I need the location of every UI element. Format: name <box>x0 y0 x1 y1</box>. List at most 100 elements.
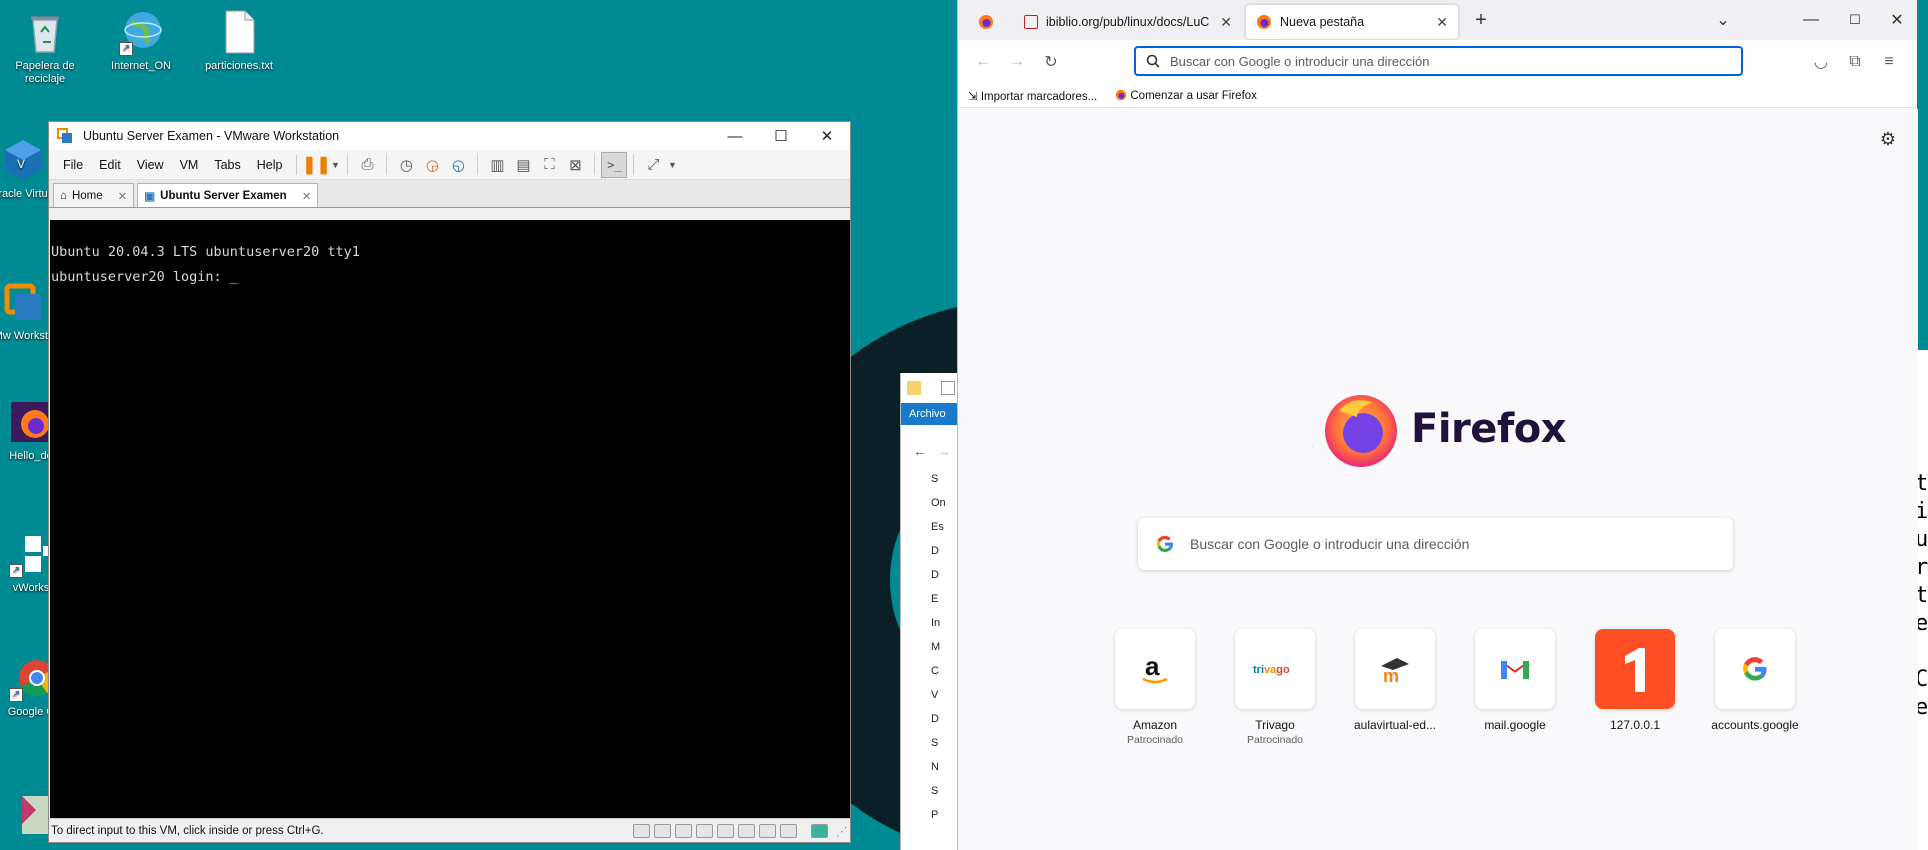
floppy-icon[interactable] <box>717 823 734 838</box>
explorer-nav-item[interactable]: D <box>931 569 939 581</box>
list-tabs-button[interactable]: ⌄ <box>1706 5 1740 35</box>
unity-icon[interactable]: ⊠ <box>562 152 588 178</box>
shortcut-tile[interactable]: m aulavirtual-ed... <box>1335 629 1455 746</box>
explorer-nav-item[interactable]: C <box>931 665 939 677</box>
menu-icon[interactable]: ≡ <box>1872 47 1906 77</box>
new-tab-search[interactable]: Buscar con Google o introducir una direc… <box>1138 518 1733 570</box>
file-explorer-window[interactable]: Archivo ← → S On Es D D E In M C V D S N S P <box>900 373 960 850</box>
explorer-nav-item[interactable]: N <box>931 761 939 773</box>
send-ctrl-alt-del-icon[interactable]: ⎙ <box>354 152 380 178</box>
explorer-nav-item[interactable]: Es <box>931 521 944 533</box>
desktop-icon-recycle-bin[interactable]: Papelera de reciclaje <box>0 8 90 86</box>
shortcut-tile[interactable]: mail.google <box>1455 629 1575 746</box>
forward-icon[interactable]: → <box>937 443 951 459</box>
extensions-icon[interactable]: ⧉ <box>1838 47 1872 77</box>
explorer-nav-item[interactable]: In <box>931 617 940 629</box>
explorer-nav-item[interactable]: V <box>931 689 938 701</box>
shortcut-tile[interactable]: 127.0.0.1 <box>1575 629 1695 746</box>
library-icon[interactable]: ▥ <box>484 152 510 178</box>
vmware-titlebar[interactable]: Ubuntu Server Examen - VMware Workstatio… <box>49 122 850 150</box>
snapshot-manager-icon[interactable]: ◵ <box>445 152 471 178</box>
ribbon-tab-archivo[interactable]: Archivo <box>901 403 960 425</box>
app-icon <box>22 796 48 834</box>
menu-view[interactable]: View <box>129 158 172 172</box>
forward-button[interactable]: → <box>1000 47 1034 77</box>
desktop-icon-internet-on[interactable]: ↗ Internet_ON <box>96 8 186 73</box>
menu-edit[interactable]: Edit <box>91 158 129 172</box>
printer-icon[interactable] <box>738 823 755 838</box>
tab-home[interactable]: ⌂ Home ✕ <box>53 183 135 207</box>
google-icon <box>1156 535 1173 552</box>
tab-ibiblio[interactable]: ibiblio.org/pub/linux/docs/LuC ✕ <box>1014 5 1242 39</box>
tab-nueva-pestana[interactable]: Nueva pestaña ✕ <box>1246 5 1458 39</box>
explorer-nav-item[interactable]: On <box>931 497 946 509</box>
maximize-button[interactable]: ☐ <box>758 122 804 150</box>
menu-tabs[interactable]: Tabs <box>206 158 248 172</box>
pause-icon[interactable]: ❚❚ <box>302 152 331 178</box>
firefox-window[interactable]: ibiblio.org/pub/linux/docs/LuC ✕ Nueva p… <box>957 0 1918 850</box>
bookmark-import[interactable]: ⇲ Importar marcadores... <box>968 89 1097 103</box>
desktop-icon-partial[interactable] <box>16 792 50 838</box>
shortcut-tile[interactable]: a Amazon Patrocinado <box>1095 629 1215 746</box>
thumbnail-bar-icon[interactable]: ▤ <box>510 152 536 178</box>
vm-console[interactable]: Ubuntu 20.04.3 LTS ubuntuserver20 tty1 ub… <box>50 220 850 819</box>
minimize-button[interactable]: — <box>1794 5 1828 35</box>
close-tab-icon[interactable]: ✕ <box>302 189 312 203</box>
explorer-nav-item[interactable]: S <box>931 737 938 749</box>
minimize-button[interactable]: — <box>712 122 758 150</box>
pocket-icon[interactable]: ◡ <box>1804 47 1838 77</box>
stretch-guest-icon[interactable]: ⤢ <box>640 152 666 178</box>
menu-help[interactable]: Help <box>249 158 291 172</box>
close-button[interactable]: ✕ <box>804 122 850 150</box>
shortcut-tile[interactable]: trivago Trivago Patrocinado <box>1215 629 1335 746</box>
menu-vm[interactable]: VM <box>172 158 207 172</box>
close-tab-icon[interactable]: ✕ <box>1220 14 1232 31</box>
back-button[interactable]: ← <box>966 47 1000 77</box>
cd-icon[interactable] <box>654 823 671 838</box>
text-file-icon <box>215 8 263 56</box>
explorer-nav-item[interactable]: D <box>931 713 939 725</box>
explorer-nav-item[interactable]: S <box>931 785 938 797</box>
close-tab-icon[interactable]: ✕ <box>118 189 128 203</box>
firefox-logo-icon <box>1325 395 1397 467</box>
shortcut-title: Amazon <box>1132 718 1178 732</box>
bookmark-getting-started[interactable]: Comenzar a usar Firefox <box>1115 89 1257 102</box>
explorer-nav-item[interactable]: M <box>931 641 940 653</box>
address-bar[interactable]: Buscar con Google o introducir una direc… <box>1134 46 1743 76</box>
console-view-icon[interactable]: >_ <box>601 151 628 178</box>
chevron-down-icon[interactable]: ▼ <box>666 152 678 178</box>
chevron-down-icon[interactable]: ▼ <box>329 152 341 178</box>
full-screen-icon[interactable]: ⛶ <box>536 152 562 178</box>
back-icon[interactable]: ← <box>913 443 927 459</box>
search-placeholder: Buscar con Google o introducir una direc… <box>1190 536 1470 552</box>
close-tab-icon[interactable]: ✕ <box>1436 14 1448 31</box>
sound-icon[interactable] <box>759 823 776 838</box>
menu-file[interactable]: File <box>55 158 91 172</box>
snapshot-icon[interactable]: ◷ <box>393 152 419 178</box>
new-tab-button[interactable]: + <box>1464 5 1498 35</box>
tab-pinned-firefox[interactable] <box>958 5 1014 39</box>
desktop-icon-particiones[interactable]: particiones.txt <box>194 8 284 73</box>
network-icon[interactable] <box>675 823 692 838</box>
vmware-window[interactable]: Ubuntu Server Examen - VMware Workstatio… <box>48 121 851 843</box>
shortcut-sponsored: Patrocinado <box>1246 734 1304 746</box>
explorer-nav-item[interactable]: S <box>931 473 938 485</box>
message-icon[interactable] <box>811 823 828 838</box>
desktop-icon-label: Papelera de reciclaje <box>15 60 75 85</box>
shortcut-tile[interactable]: accounts.google <box>1695 629 1815 746</box>
explorer-nav-item[interactable]: E <box>931 593 938 605</box>
maximize-button[interactable]: ☐ <box>1838 5 1872 35</box>
close-button[interactable]: ✕ <box>1880 5 1914 35</box>
shortcut-sponsored: Patrocinado <box>1126 734 1184 746</box>
explorer-nav-item[interactable]: P <box>931 809 938 821</box>
usb-icon[interactable] <box>696 823 713 838</box>
hdd-icon[interactable] <box>633 823 650 838</box>
gear-icon[interactable]: ⚙ <box>1880 129 1896 150</box>
reload-button[interactable]: ↻ <box>1034 47 1068 77</box>
tab-ubuntu-server-examen[interactable]: ▣ Ubuntu Server Examen ✕ <box>137 183 319 207</box>
shortcut-title: Trivago <box>1255 718 1295 732</box>
display-icon[interactable] <box>780 823 797 838</box>
revert-snapshot-icon[interactable]: ◶ <box>419 152 445 178</box>
resize-grip-icon[interactable]: ⋰ <box>836 824 850 838</box>
explorer-nav-item[interactable]: D <box>931 545 939 557</box>
